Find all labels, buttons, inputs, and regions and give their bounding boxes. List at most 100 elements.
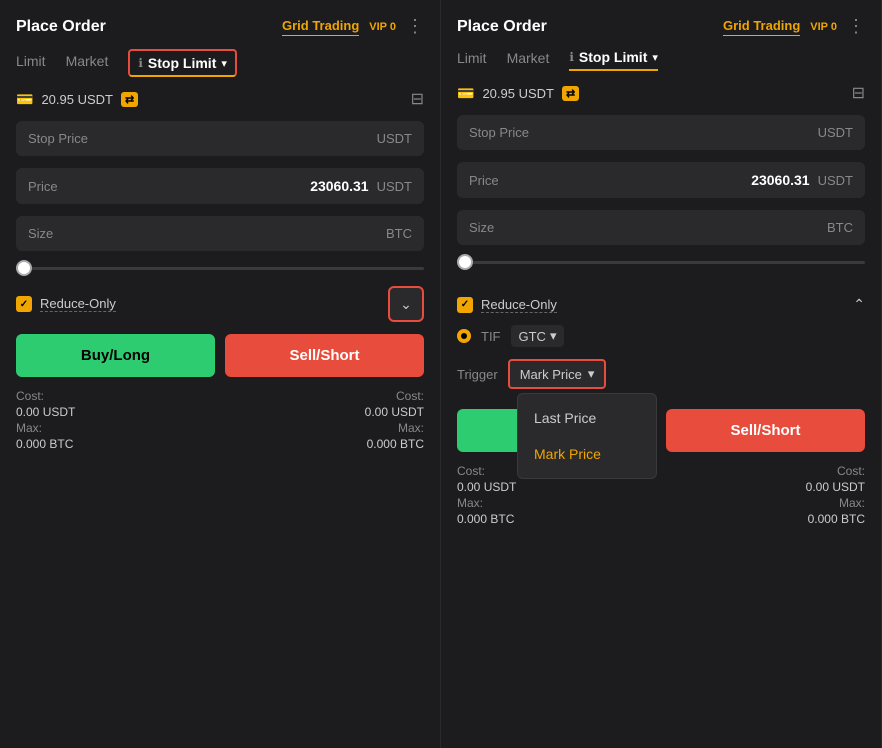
left-balance-value: 20.95 USDT <box>41 92 113 107</box>
right-tif-value: GTC <box>519 329 546 344</box>
right-cost-item-buy: Cost: 0.00 USDT Max: 0.000 BTC <box>457 464 516 526</box>
right-trigger-label: Trigger <box>457 367 498 382</box>
right-slider-track <box>457 261 865 264</box>
right-title: Place Order <box>457 18 547 36</box>
right-radio-inner <box>461 333 467 339</box>
left-stop-price-right: USDT <box>377 131 412 146</box>
right-tif-arrow: ▾ <box>550 328 557 344</box>
right-radio-button[interactable] <box>457 329 471 343</box>
left-chevron-down-button[interactable]: ⌄ <box>388 286 424 322</box>
right-cost-label2: Cost: <box>806 464 865 478</box>
right-tab-stop-limit[interactable]: ℹ Stop Limit ▾ <box>569 49 658 71</box>
left-info-icon: ℹ <box>138 56 143 70</box>
left-header: Place Order Grid Trading VIP 0 ⋮ <box>16 16 424 37</box>
right-calc-icon[interactable]: ⊟ <box>852 83 865 103</box>
left-transfer-icon[interactable]: ⇄ <box>121 92 138 107</box>
right-stop-price-label: Stop Price <box>469 125 529 140</box>
right-cost-item-sell: Cost: 0.00 USDT Max: 0.000 BTC <box>806 464 865 526</box>
right-max-label: Max: <box>457 496 516 510</box>
left-cost-row: Cost: 0.00 USDT Max: 0.000 BTC Cost: 0.0… <box>16 389 424 451</box>
left-size-field[interactable]: Size BTC <box>16 216 424 251</box>
right-max-value2: 0.000 BTC <box>806 512 865 526</box>
left-tab-limit[interactable]: Limit <box>16 53 46 73</box>
right-balance-value: 20.95 USDT <box>482 86 554 101</box>
right-wallet-icon: 💳 <box>457 85 474 102</box>
left-options-row: ✓ Reduce-Only ⌄ <box>16 286 424 322</box>
right-dropdown-mark-price[interactable]: Mark Price <box>518 436 656 472</box>
left-cost-item-buy: Cost: 0.00 USDT Max: 0.000 BTC <box>16 389 75 451</box>
right-transfer-icon[interactable]: ⇄ <box>562 86 579 101</box>
left-more-icon[interactable]: ⋮ <box>406 16 424 37</box>
right-chevron-up-button[interactable]: ⌃ <box>853 296 865 313</box>
right-trigger-dropdown[interactable]: Mark Price ▾ <box>508 359 607 389</box>
left-stop-price-currency: USDT <box>377 131 412 146</box>
left-max-label: Max: <box>16 421 75 435</box>
left-slider[interactable] <box>16 263 424 274</box>
right-reduce-only-label: Reduce-Only <box>481 297 557 313</box>
right-price-value: 23060.31 <box>751 172 809 188</box>
left-price-label: Price <box>28 179 58 194</box>
right-reduce-only-checkbox[interactable]: ✓ <box>457 297 473 313</box>
left-stop-price-field[interactable]: Stop Price USDT <box>16 121 424 156</box>
left-reduce-only-label: Reduce-Only <box>40 296 116 312</box>
right-more-icon[interactable]: ⋮ <box>847 16 865 37</box>
left-cost-value: 0.00 USDT <box>16 405 75 419</box>
left-panel: Place Order Grid Trading VIP 0 ⋮ Limit M… <box>0 0 441 748</box>
right-price-label: Price <box>469 173 499 188</box>
left-tab-stop-limit[interactable]: ℹ Stop Limit ▾ <box>128 49 237 77</box>
right-balance-row: 💳 20.95 USDT ⇄ ⊟ <box>457 83 865 103</box>
left-max-value2: 0.000 BTC <box>365 437 424 451</box>
right-tabs: Limit Market ℹ Stop Limit ▾ <box>457 49 865 71</box>
right-tab-limit[interactable]: Limit <box>457 50 487 70</box>
left-slider-track <box>16 267 424 270</box>
right-trigger-value: Mark Price <box>520 367 582 382</box>
right-dropdown-last-price[interactable]: Last Price <box>518 400 656 436</box>
right-tab-market[interactable]: Market <box>507 50 550 70</box>
right-max-value: 0.000 BTC <box>457 512 516 526</box>
left-tab-market[interactable]: Market <box>66 53 109 73</box>
left-buy-button[interactable]: Buy/Long <box>16 334 215 377</box>
left-sell-button[interactable]: Sell/Short <box>225 334 424 377</box>
left-reduce-only-checkbox[interactable]: ✓ <box>16 296 32 312</box>
left-stop-limit-label: Stop Limit <box>148 55 216 71</box>
right-header-right: Grid Trading VIP 0 ⋮ <box>723 16 865 37</box>
left-price-right: 23060.31 USDT <box>310 178 412 194</box>
left-grid-trading[interactable]: Grid Trading <box>282 18 359 36</box>
right-size-field[interactable]: Size BTC <box>457 210 865 245</box>
right-options-row: ✓ Reduce-Only ⌃ <box>457 296 865 313</box>
left-chevron-down-icon: ⌄ <box>400 296 412 313</box>
right-vip: VIP 0 <box>810 21 837 33</box>
right-tif-select[interactable]: GTC ▾ <box>511 325 565 347</box>
right-slider-thumb[interactable] <box>457 254 473 270</box>
right-info-icon: ℹ <box>569 50 574 64</box>
left-tab-arrow: ▾ <box>221 57 227 70</box>
left-title: Place Order <box>16 18 106 36</box>
right-stop-price-field[interactable]: Stop Price USDT <box>457 115 865 150</box>
left-reduce-only-row: ✓ Reduce-Only <box>16 296 116 312</box>
right-slider[interactable] <box>457 257 865 268</box>
left-header-right: Grid Trading VIP 0 ⋮ <box>282 16 424 37</box>
right-trigger-row: Trigger Mark Price ▾ Last Price Mark Pri… <box>457 359 865 389</box>
right-reduce-only-row: ✓ Reduce-Only <box>457 297 557 313</box>
right-price-currency: USDT <box>818 173 853 188</box>
left-action-buttons: Buy/Long Sell/Short <box>16 334 424 377</box>
left-max-label2: Max: <box>365 421 424 435</box>
right-trigger-arrow: ▾ <box>588 366 595 382</box>
left-max-value: 0.000 BTC <box>16 437 75 451</box>
right-stop-limit-label: Stop Limit <box>579 49 647 65</box>
left-slider-thumb[interactable] <box>16 260 32 276</box>
right-size-label: Size <box>469 220 494 235</box>
left-calc-icon[interactable]: ⊟ <box>411 89 424 109</box>
right-grid-trading[interactable]: Grid Trading <box>723 18 800 36</box>
left-cost-item-sell: Cost: 0.00 USDT Max: 0.000 BTC <box>365 389 424 451</box>
right-size-currency: BTC <box>827 220 853 235</box>
right-price-field[interactable]: Price 23060.31 USDT <box>457 162 865 198</box>
left-price-field[interactable]: Price 23060.31 USDT <box>16 168 424 204</box>
left-cost-label2: Cost: <box>365 389 424 403</box>
right-trigger-menu: Last Price Mark Price <box>517 393 657 479</box>
right-cost-value2: 0.00 USDT <box>806 480 865 494</box>
right-sell-button[interactable]: Sell/Short <box>666 409 865 452</box>
left-size-currency: BTC <box>386 226 412 241</box>
left-cost-value2: 0.00 USDT <box>365 405 424 419</box>
left-tabs: Limit Market ℹ Stop Limit ▾ <box>16 49 424 77</box>
